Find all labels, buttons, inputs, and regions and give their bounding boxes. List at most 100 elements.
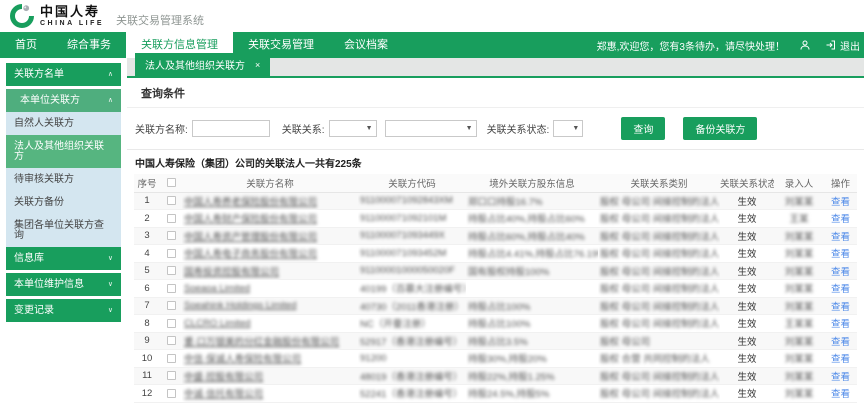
row-checkbox[interactable] [167, 231, 176, 240]
relation-category: 股权 母公司 间接控制的法人 [600, 319, 719, 330]
table-row: 4 中国人寿电子商务股份有限公司 911000071093452M 持股占比4.… [134, 245, 857, 263]
party-name-link[interactable]: 中国人寿财产保险股份有限公司 [184, 214, 317, 225]
query-panel: 查询条件 关联方名称: 关联关系: ▼ ▼ 关联关系状态: ▼ 查询 备份关联方… [127, 78, 864, 403]
row-number: 10 [134, 350, 160, 368]
row-checkbox[interactable] [167, 214, 176, 223]
view-link[interactable]: 查看 [831, 302, 850, 313]
nav-item[interactable]: 综合事务 [52, 32, 126, 58]
user-button[interactable] [799, 39, 811, 51]
tab-legal-entity-parties[interactable]: 法人及其他组织关联方 × [135, 53, 270, 76]
party-code: 52917（香港注册编号） [360, 337, 462, 348]
row-checkbox[interactable] [167, 389, 176, 398]
row-number: 2 [134, 210, 160, 228]
nav-item[interactable]: 会议档案 [329, 32, 403, 58]
view-link[interactable]: 查看 [831, 284, 850, 295]
party-name-link[interactable]: CLCRO Limited [184, 318, 251, 329]
sidebar-item[interactable]: 信息库 ∨ [6, 247, 121, 270]
party-name-link[interactable]: 中盛·控股有限公司 [184, 372, 263, 383]
party-name-link[interactable]: 中国人寿养老保险股份有限公司 [184, 197, 317, 208]
table-header-label: 录入人 [785, 179, 814, 190]
row-checkbox[interactable] [167, 336, 176, 345]
brand-block: 中国人寿 CHINA LIFE [40, 5, 104, 27]
content-area: 关联方名单 ∧ 本单位关联方 ∧ 自然人关联方 法人及其他组织关联方 [0, 58, 864, 403]
party-name-input[interactable] [192, 120, 270, 137]
chevron-icon: ∨ [108, 281, 113, 288]
query-section-title: 查询条件 [127, 78, 864, 108]
china-life-logo-icon [10, 4, 34, 28]
party-name-link[interactable]: 中国人寿资产管理股份有限公司 [184, 232, 317, 243]
row-checkbox[interactable] [167, 371, 176, 380]
chevron-icon: ∨ [108, 307, 113, 314]
relation-status-select[interactable]: ▼ [553, 120, 583, 137]
view-link[interactable]: 查看 [831, 232, 850, 243]
backup-parties-button[interactable]: 备份关联方 [683, 117, 757, 140]
sidebar-item[interactable]: 待审核关联方 [6, 168, 121, 191]
relation-label: 关联关系: [282, 121, 325, 136]
relation-category: 股权 母公司 间接控制的法人 [600, 232, 719, 243]
view-link[interactable]: 查看 [831, 319, 850, 330]
row-checkbox[interactable] [167, 301, 176, 310]
relation-status: 生效 [720, 332, 774, 350]
nav-item[interactable]: 首页 [0, 32, 52, 58]
sidebar-item[interactable]: 变更记录 ∨ [6, 299, 121, 322]
row-checkbox[interactable] [167, 249, 176, 258]
table-row: 10 中信·保诚人寿保险有限公司 91200 持股30%,持股20% 股权 合营… [134, 350, 857, 368]
row-checkbox[interactable] [167, 354, 176, 363]
view-link[interactable]: 查看 [831, 214, 850, 225]
sidebar-item[interactable]: 本单位关联方 ∧ [6, 89, 121, 112]
row-checkbox[interactable] [167, 266, 176, 275]
nav-item-label: 关联方信息管理 [141, 39, 218, 51]
sidebar-item[interactable]: 本单位维护信息 ∨ [6, 273, 121, 296]
related-parties-table: 序号 关联方名称 关联方代码 境外关联方股东信息 关联关系类别 [134, 174, 857, 403]
view-link[interactable]: 查看 [831, 267, 850, 278]
view-link[interactable]: 查看 [831, 197, 850, 208]
view-link[interactable]: 查看 [831, 249, 850, 260]
sidebar-item[interactable]: 集团各单位关联方查询 [6, 214, 121, 247]
party-name-link[interactable]: 中诚·信托有限公司 [184, 389, 263, 400]
sidebar-item[interactable]: 关联方名单 ∧ [6, 63, 121, 86]
view-link[interactable]: 查看 [831, 354, 850, 365]
tab-close-icon[interactable]: × [255, 60, 260, 70]
overseas-shareholder-info: 持股30%,持股20% [468, 354, 547, 365]
table-header-label: 关联方代码 [388, 179, 436, 190]
relation-status: 生效 [720, 297, 774, 315]
entry-person: 刘某某 [785, 389, 814, 400]
table-header-cell: 关联关系状态 [720, 174, 774, 192]
party-name-link[interactable]: 中国人寿电子商务股份有限公司 [184, 249, 317, 260]
table-header-label: 操作 [831, 179, 850, 190]
entry-person: 刘某某 [785, 232, 814, 243]
view-link[interactable]: 查看 [831, 337, 850, 348]
row-checkbox[interactable] [167, 319, 176, 328]
sidebar-item[interactable]: 法人及其他组织关联方 [6, 135, 121, 168]
party-code: 911000071093452M [360, 248, 446, 259]
row-checkbox[interactable] [167, 196, 176, 205]
relation-select-2[interactable]: ▼ [385, 120, 477, 137]
entry-person: 刘某某 [785, 372, 814, 383]
search-button[interactable]: 查询 [621, 117, 665, 140]
party-name-label: 关联方名称: [135, 121, 188, 136]
caret-down-icon: ▼ [366, 125, 373, 132]
party-name-link[interactable]: 中信·保诚人寿保险有限公司 [184, 354, 301, 365]
relation-select-1[interactable]: ▼ [329, 120, 377, 137]
relation-status-label: 关联关系状态: [487, 121, 550, 136]
party-name-link[interactable]: Soeaoa Limited [184, 283, 250, 294]
table-row: 6 Soeaoa Limited 40199（百慕大注册编号） 股权 母公司 间… [134, 280, 857, 298]
view-link[interactable]: 查看 [831, 372, 850, 383]
row-number: 7 [134, 297, 160, 315]
chevron-icon: ∧ [108, 71, 113, 78]
party-name-link[interactable]: Soeahink Holdings Limited [184, 300, 296, 311]
table-header-row: 序号 关联方名称 关联方代码 境外关联方股东信息 关联关系类别 [134, 174, 857, 192]
party-name-link[interactable]: 重·口万银美的分红金融股份有限公司 [184, 337, 339, 348]
table-row: 2 中国人寿财产保险股份有限公司 911000071092101M 持股占比40… [134, 210, 857, 228]
view-link[interactable]: 查看 [831, 389, 850, 400]
sidebar-item[interactable]: 关联方备份 [6, 191, 121, 214]
party-code: 911000071093449X [360, 230, 445, 241]
row-checkbox[interactable] [167, 284, 176, 293]
entry-person: 刘某某 [785, 249, 814, 260]
row-number: 5 [134, 262, 160, 280]
relation-category: 股权 母公司 间接控制的法人 [600, 372, 719, 383]
logout-button[interactable]: 退出 [825, 38, 860, 53]
sidebar-item[interactable]: 自然人关联方 [6, 112, 121, 135]
party-name-link[interactable]: 国寿投资控股有限公司 [184, 267, 279, 278]
select-all-checkbox[interactable] [167, 178, 176, 187]
